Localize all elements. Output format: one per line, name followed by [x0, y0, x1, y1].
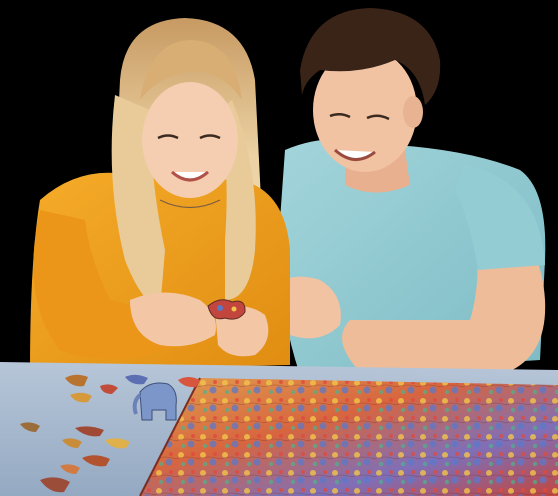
man-ear [403, 96, 423, 128]
photo-scene [0, 0, 558, 496]
held-puzzle-piece [207, 299, 246, 320]
scene-illustration [0, 0, 558, 496]
puzzle-board [139, 377, 558, 496]
